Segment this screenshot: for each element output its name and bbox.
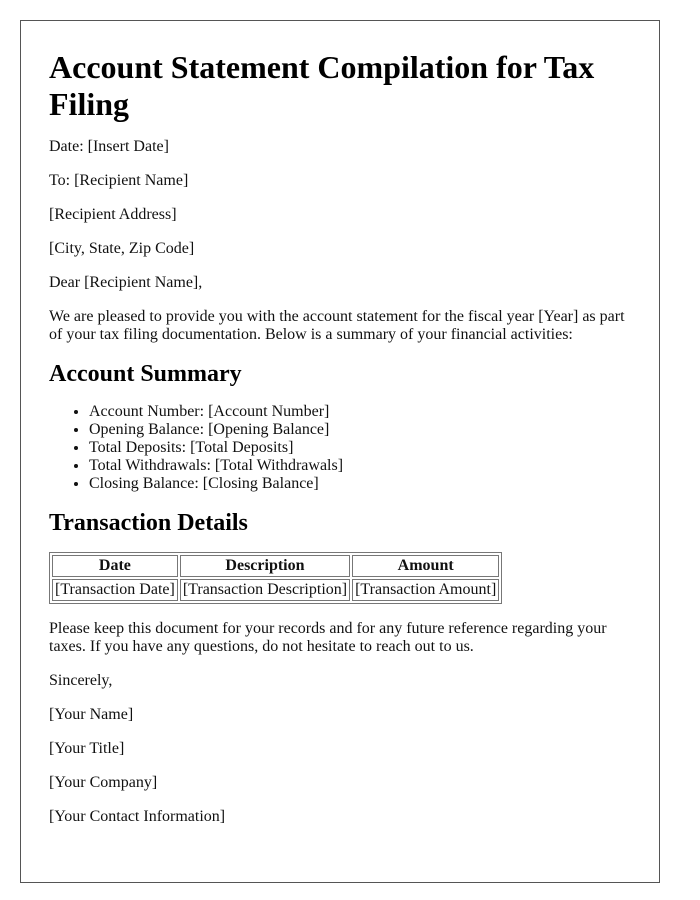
document-title: Account Statement Compilation for Tax Fi… xyxy=(49,49,595,122)
summary-item-account-number: Account Number: [Account Number] xyxy=(89,403,631,421)
transaction-details-heading: Transaction Details xyxy=(49,510,248,536)
closing-word: Sincerely, xyxy=(49,672,113,689)
recipient-line: To: [Recipient Name] xyxy=(49,172,189,189)
sender-name: [Your Name] xyxy=(49,706,134,723)
table-header-row: Date Description Amount xyxy=(52,555,500,577)
letter-page: Account Statement Compilation for Tax Fi… xyxy=(20,20,660,883)
sender-contact: [Your Contact Information] xyxy=(49,808,226,825)
table-row: [Transaction Date] [Transaction Descript… xyxy=(52,579,500,601)
sender-company: [Your Company] xyxy=(49,774,158,791)
column-header-description: Description xyxy=(179,555,351,577)
account-summary-list: Account Number: [Account Number] Opening… xyxy=(49,403,631,493)
recipient-address: [Recipient Address] xyxy=(49,206,177,223)
date-line: Date: [Insert Date] xyxy=(49,138,169,155)
sender-title: [Your Title] xyxy=(49,740,125,757)
recipient-city: [City, State, Zip Code] xyxy=(49,240,195,257)
closing-paragraph: Please keep this document for your recor… xyxy=(49,620,607,655)
transactions-table: Date Description Amount [Transaction Dat… xyxy=(49,552,503,604)
intro-paragraph: We are pleased to provide you with the a… xyxy=(49,308,625,343)
summary-item-total-deposits: Total Deposits: [Total Deposits] xyxy=(89,439,631,457)
salutation: Dear [Recipient Name], xyxy=(49,274,203,291)
column-header-amount: Amount xyxy=(352,555,500,577)
cell-transaction-description: [Transaction Description] xyxy=(179,579,351,601)
summary-item-closing-balance: Closing Balance: [Closing Balance] xyxy=(89,475,631,493)
cell-transaction-date: [Transaction Date] xyxy=(52,579,178,601)
summary-item-opening-balance: Opening Balance: [Opening Balance] xyxy=(89,421,631,439)
summary-item-total-withdrawals: Total Withdrawals: [Total Withdrawals] xyxy=(89,457,631,475)
column-header-date: Date xyxy=(52,555,178,577)
cell-transaction-amount: [Transaction Amount] xyxy=(352,579,500,601)
account-summary-heading: Account Summary xyxy=(49,361,242,387)
